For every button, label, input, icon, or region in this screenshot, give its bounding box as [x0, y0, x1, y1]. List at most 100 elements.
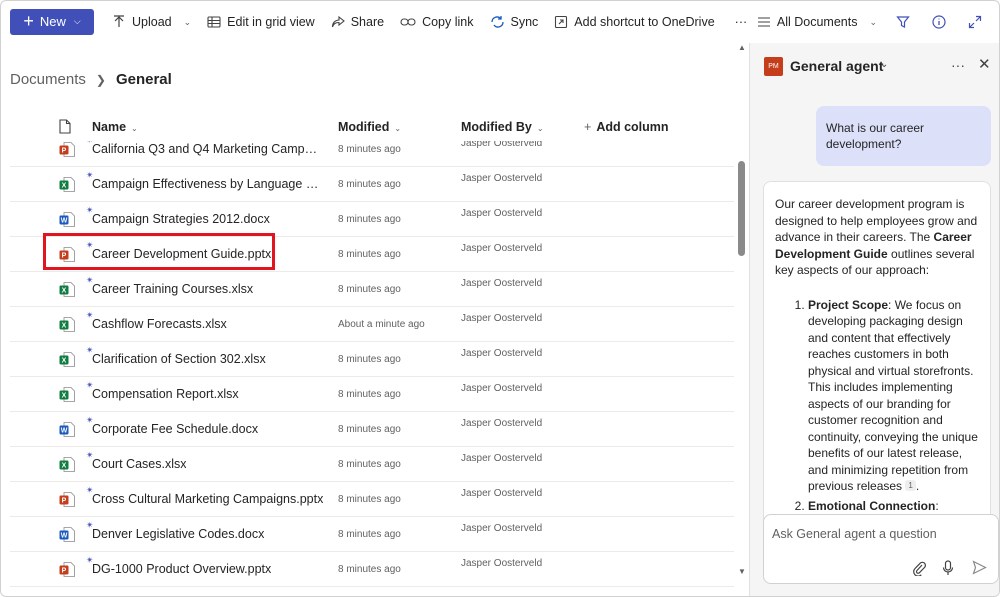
message-composer[interactable]: Ask General agent a question: [763, 514, 999, 584]
agent-name[interactable]: General agent: [790, 58, 883, 74]
name-header-label: Name: [92, 120, 127, 134]
name-column-header[interactable]: Name ⌄: [92, 120, 138, 134]
add-shortcut-button[interactable]: Add shortcut to OneDrive: [546, 9, 722, 35]
command-bar: + New ⌵ Upload ⌄ Edit in grid view Share…: [1, 1, 999, 43]
chevron-down-icon: ⌄: [869, 16, 877, 27]
svg-text:X: X: [62, 183, 67, 190]
shortcut-icon: [555, 15, 568, 29]
share-button[interactable]: Share: [323, 9, 392, 35]
send-button[interactable]: [972, 560, 987, 580]
filter-button[interactable]: [885, 9, 921, 35]
pptx-file-icon: P: [59, 142, 75, 160]
modified-by-value[interactable]: Jasper Oosterveld: [461, 313, 542, 324]
user-message: What is our career development?: [816, 106, 991, 166]
svg-text:W: W: [61, 533, 68, 540]
modified-column-header[interactable]: Modified ⌄: [338, 120, 401, 134]
agent-panel: PM General agent ⌄ ··· ✕ What is our car…: [749, 43, 999, 596]
file-name-link[interactable]: Denver Legislative Codes.docx: [92, 527, 264, 541]
table-row[interactable]: W ✴ Corporate Fee Schedule.docx 8 minutes a…: [10, 412, 734, 447]
table-row[interactable]: W ✴ Campaign Strategies 2012.docx 8 minutes…: [10, 202, 734, 237]
list-scrollbar[interactable]: ▲ ▼: [737, 43, 747, 591]
modified-by-value[interactable]: Jasper Oosterveld: [461, 558, 542, 569]
file-name-link[interactable]: Clarification of Section 302.xlsx: [92, 352, 266, 366]
new-button[interactable]: + New ⌵: [10, 8, 94, 35]
scrollbar-thumb[interactable]: [738, 161, 745, 256]
file-name-link[interactable]: Campaign Strategies 2012.docx: [92, 212, 270, 226]
modified-by-value[interactable]: Jasper Oosterveld: [461, 208, 542, 219]
agent-panel-header: PM General agent ⌄ ··· ✕: [750, 43, 999, 91]
point-title: Project Scope: [808, 297, 889, 312]
table-row[interactable]: X ✴ Court Cases.xlsx 8 minutes ago Jasper Oo…: [10, 447, 734, 482]
file-name-link[interactable]: Cashflow Forecasts.xlsx: [92, 317, 227, 331]
citation-badge[interactable]: 1: [905, 480, 916, 491]
modified-by-value[interactable]: Jasper Oosterveld: [461, 278, 542, 289]
copy-link-label: Copy link: [422, 15, 474, 29]
upload-icon: [114, 15, 124, 27]
modified-by-value[interactable]: Jasper Oosterveld: [461, 173, 542, 184]
modified-by-value[interactable]: Jasper Oosterveld: [461, 418, 542, 429]
file-name-link[interactable]: DG-1000 Product Overview.pptx: [92, 562, 271, 576]
file-name-link[interactable]: California Q3 and Q4 Marketing Campaign.…: [92, 142, 324, 156]
svg-text:X: X: [62, 393, 67, 400]
modified-by-value[interactable]: Jasper Oosterveld: [461, 383, 542, 394]
chevron-right-icon: ❯: [95, 72, 106, 87]
breadcrumb-current: General: [115, 71, 172, 88]
highlight-annotation: [43, 233, 275, 270]
svg-text:W: W: [61, 428, 68, 435]
table-row[interactable]: P✴California Q3 and Q4 Marketing Campaig…: [10, 141, 734, 167]
modified-by-header-label: Modified By: [461, 120, 532, 134]
svg-text:P: P: [62, 568, 67, 575]
xlsx-file-icon: X: [59, 352, 75, 370]
file-name-link[interactable]: Cross Cultural Marketing Campaigns.pptx: [92, 492, 323, 506]
file-name-link[interactable]: Compensation Report.xlsx: [92, 387, 239, 401]
breadcrumb-documents[interactable]: Documents: [10, 71, 86, 88]
view-label: All Documents: [776, 15, 858, 29]
add-shortcut-label: Add shortcut to OneDrive: [574, 15, 715, 29]
modified-by-value[interactable]: Jasper Oosterveld: [461, 453, 542, 464]
info-button[interactable]: [921, 9, 957, 35]
attach-button[interactable]: [912, 560, 926, 581]
modified-by-value[interactable]: Jasper Oosterveld: [461, 523, 542, 534]
table-row[interactable]: X ✴ Compensation Report.xlsx 8 minutes ago J…: [10, 377, 734, 412]
sync-button[interactable]: Sync: [482, 9, 547, 35]
chevron-down-icon: ⌄: [536, 124, 544, 133]
modified-by-value[interactable]: Jasper Oosterveld: [461, 488, 542, 499]
modified-by-value[interactable]: Jasper Oosterveld: [461, 348, 542, 359]
modified-by-value[interactable]: Jasper Oosterveld: [461, 243, 542, 254]
add-column-button[interactable]: + Add column: [584, 120, 669, 134]
copy-link-button[interactable]: Copy link: [392, 9, 481, 35]
microphone-button[interactable]: [942, 560, 954, 581]
view-selector[interactable]: All Documents ⌄: [749, 9, 885, 35]
question-input[interactable]: Ask General agent a question: [772, 527, 937, 541]
close-icon[interactable]: ✕: [978, 55, 991, 73]
table-row[interactable]: X ✴ Clarification of Section 302.xlsx 8 min…: [10, 342, 734, 377]
scroll-down-icon[interactable]: ▼: [738, 567, 746, 576]
file-name-link[interactable]: Court Cases.xlsx: [92, 457, 186, 471]
table-row[interactable]: X ✴ Campaign Effectiveness by Language Gro…: [10, 167, 734, 202]
upload-button[interactable]: Upload ⌄: [104, 9, 199, 35]
edit-grid-view-button[interactable]: Edit in grid view: [199, 9, 323, 35]
modified-by-value[interactable]: Jasper Oosterveld: [461, 141, 542, 149]
chevron-down-icon[interactable]: ⌄: [880, 59, 888, 70]
table-row[interactable]: P ✴ DG-1000 Product Overview.pptx 8 minutes…: [10, 552, 734, 587]
xlsx-file-icon: X: [59, 387, 75, 405]
more-icon[interactable]: ···: [951, 57, 965, 73]
table-row[interactable]: X ✴ Cashflow Forecasts.xlsx About a minute …: [10, 307, 734, 342]
svg-text:P: P: [62, 148, 67, 155]
modified-value: 8 minutes ago: [338, 424, 401, 435]
xlsx-file-icon: X: [59, 282, 75, 300]
file-type-header[interactable]: [59, 119, 71, 137]
table-row[interactable]: X ✴ Career Training Courses.xlsx 8 minutes …: [10, 272, 734, 307]
file-name-link[interactable]: Corporate Fee Schedule.docx: [92, 422, 258, 436]
table-row[interactable]: P ✴ Cross Cultural Marketing Campaigns.ppt…: [10, 482, 734, 517]
expand-icon: [968, 15, 982, 29]
table-row[interactable]: W ✴ Denver Legislative Codes.docx 8 minutes…: [10, 517, 734, 552]
xlsx-file-icon: X: [59, 317, 75, 335]
file-name-link[interactable]: Career Training Courses.xlsx: [92, 282, 253, 296]
modified-by-column-header[interactable]: Modified By ⌄: [461, 120, 544, 134]
svg-text:X: X: [62, 358, 67, 365]
file-name-link[interactable]: Campaign Effectiveness by Language Grou.…: [92, 177, 324, 191]
scroll-up-icon[interactable]: ▲: [738, 43, 746, 52]
chevron-down-icon: ⌄: [131, 124, 138, 133]
expand-button[interactable]: [957, 9, 993, 35]
